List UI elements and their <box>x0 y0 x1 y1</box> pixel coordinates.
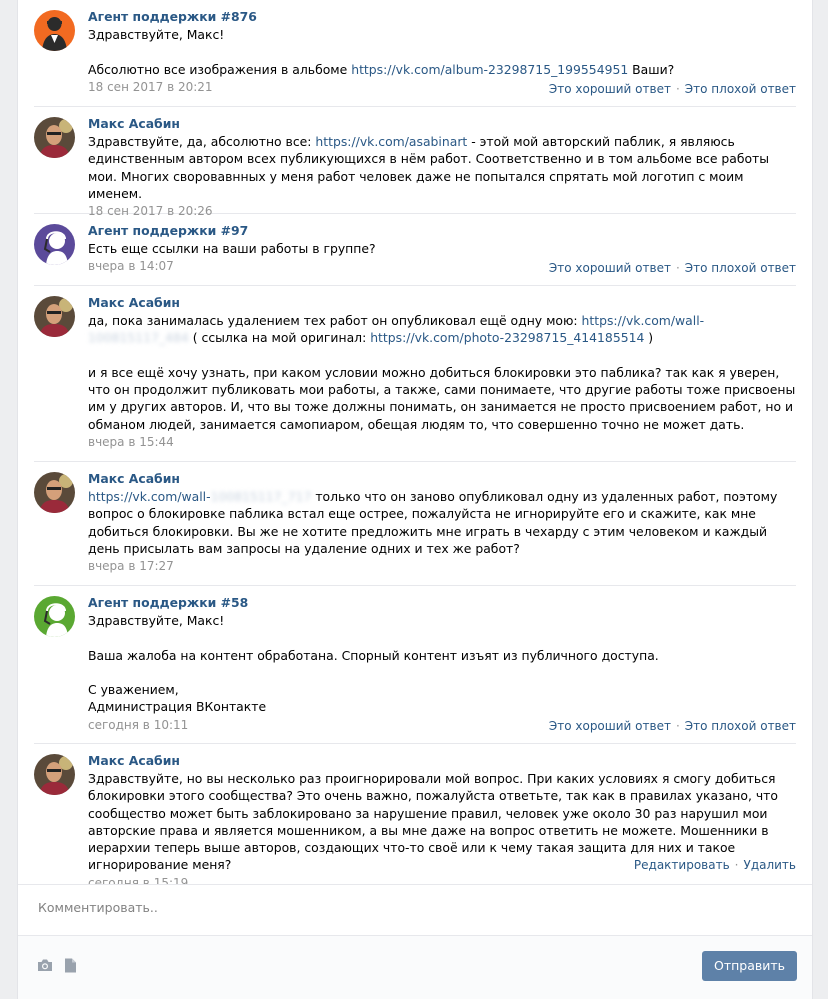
separator-dot: · <box>734 858 739 872</box>
message-author[interactable]: Макс Асабин <box>88 471 796 487</box>
good-answer-link[interactable]: Это хороший ответ <box>549 719 671 733</box>
delete-link[interactable]: Удалить <box>744 858 797 872</box>
comment-placeholder: Комментировать.. <box>38 900 158 915</box>
message-item: Макс Асабин да, пока занималась удаление… <box>34 286 796 462</box>
document-icon[interactable] <box>64 958 80 973</box>
message-author[interactable]: Агент поддержки #58 <box>88 595 796 611</box>
comment-composer: Комментировать.. Отправить <box>18 884 812 999</box>
message-author[interactable]: Макс Асабин <box>88 116 796 132</box>
message-item: Агент поддержки #97 Есть еще ссылки на в… <box>34 214 796 286</box>
message-item: Агент поддержки #876 Здравствуйте, Макс!… <box>34 0 796 107</box>
message-author[interactable]: Макс Асабин <box>88 753 796 769</box>
message-item: Макс Асабин https://vk.com/wall-10081511… <box>34 462 796 586</box>
separator-dot: · <box>675 719 680 733</box>
edit-link[interactable]: Редактировать <box>634 858 730 872</box>
send-button[interactable]: Отправить <box>702 951 797 981</box>
message-text: Здравствуйте, Макс! Ваша жалоба на конте… <box>88 613 659 715</box>
public-link[interactable]: https://vk.com/asabinart <box>315 134 467 149</box>
message-text: Есть еще ссылки на ваши работы в группе? <box>88 241 376 256</box>
message-text: https://vk.com/wall-100815117_717 только… <box>88 489 782 556</box>
message-text: Здравствуйте, Макс! Абсолютно все изобра… <box>88 27 675 77</box>
support-agent-green-icon[interactable] <box>34 596 75 637</box>
message-time[interactable]: вчера в 15:44 <box>88 434 796 451</box>
user-photo-icon[interactable] <box>34 754 75 795</box>
bad-answer-link[interactable]: Это плохой ответ <box>685 261 796 275</box>
good-answer-link[interactable]: Это хороший ответ <box>549 261 671 275</box>
separator-dot: · <box>675 82 680 96</box>
bad-answer-link[interactable]: Это плохой ответ <box>685 82 796 96</box>
message-time[interactable]: вчера в 17:27 <box>88 558 796 575</box>
user-photo-icon[interactable] <box>34 296 75 337</box>
message-item: Агент поддержки #58 Здравствуйте, Макс! … <box>34 586 796 744</box>
wall-link[interactable]: https://vk.com/wall-100815117_717 <box>88 489 311 504</box>
camera-icon[interactable] <box>37 958 53 972</box>
message-text: Здравствуйте, да, абсолютно все: https:/… <box>88 134 774 201</box>
message-author[interactable]: Агент поддержки #97 <box>88 223 796 239</box>
good-answer-link[interactable]: Это хороший ответ <box>549 82 671 96</box>
separator-dot: · <box>675 261 680 275</box>
user-photo-icon[interactable] <box>34 117 75 158</box>
photo-link[interactable]: https://vk.com/photo-23298715_414185514 <box>370 330 644 345</box>
support-agent-purple-icon[interactable] <box>34 224 75 265</box>
message-author[interactable]: Макс Асабин <box>88 295 796 311</box>
comment-input[interactable]: Комментировать.. <box>18 885 812 936</box>
support-agent-orange-icon[interactable] <box>34 10 75 51</box>
message-author[interactable]: Агент поддержки #876 <box>88 9 796 25</box>
user-photo-icon[interactable] <box>34 472 75 513</box>
album-link[interactable]: https://vk.com/album-23298715_199554951 <box>351 62 628 77</box>
bad-answer-link[interactable]: Это плохой ответ <box>685 719 796 733</box>
message-item: Макс Асабин Здравствуйте, но вы нескольк… <box>34 744 797 890</box>
comments-card: Агент поддержки #876 Здравствуйте, Макс!… <box>17 0 813 999</box>
message-item: Макс Асабин Здравствуйте, да, абсолютно … <box>34 107 796 218</box>
message-text: да, пока занималась удалением тех работ … <box>88 313 800 432</box>
